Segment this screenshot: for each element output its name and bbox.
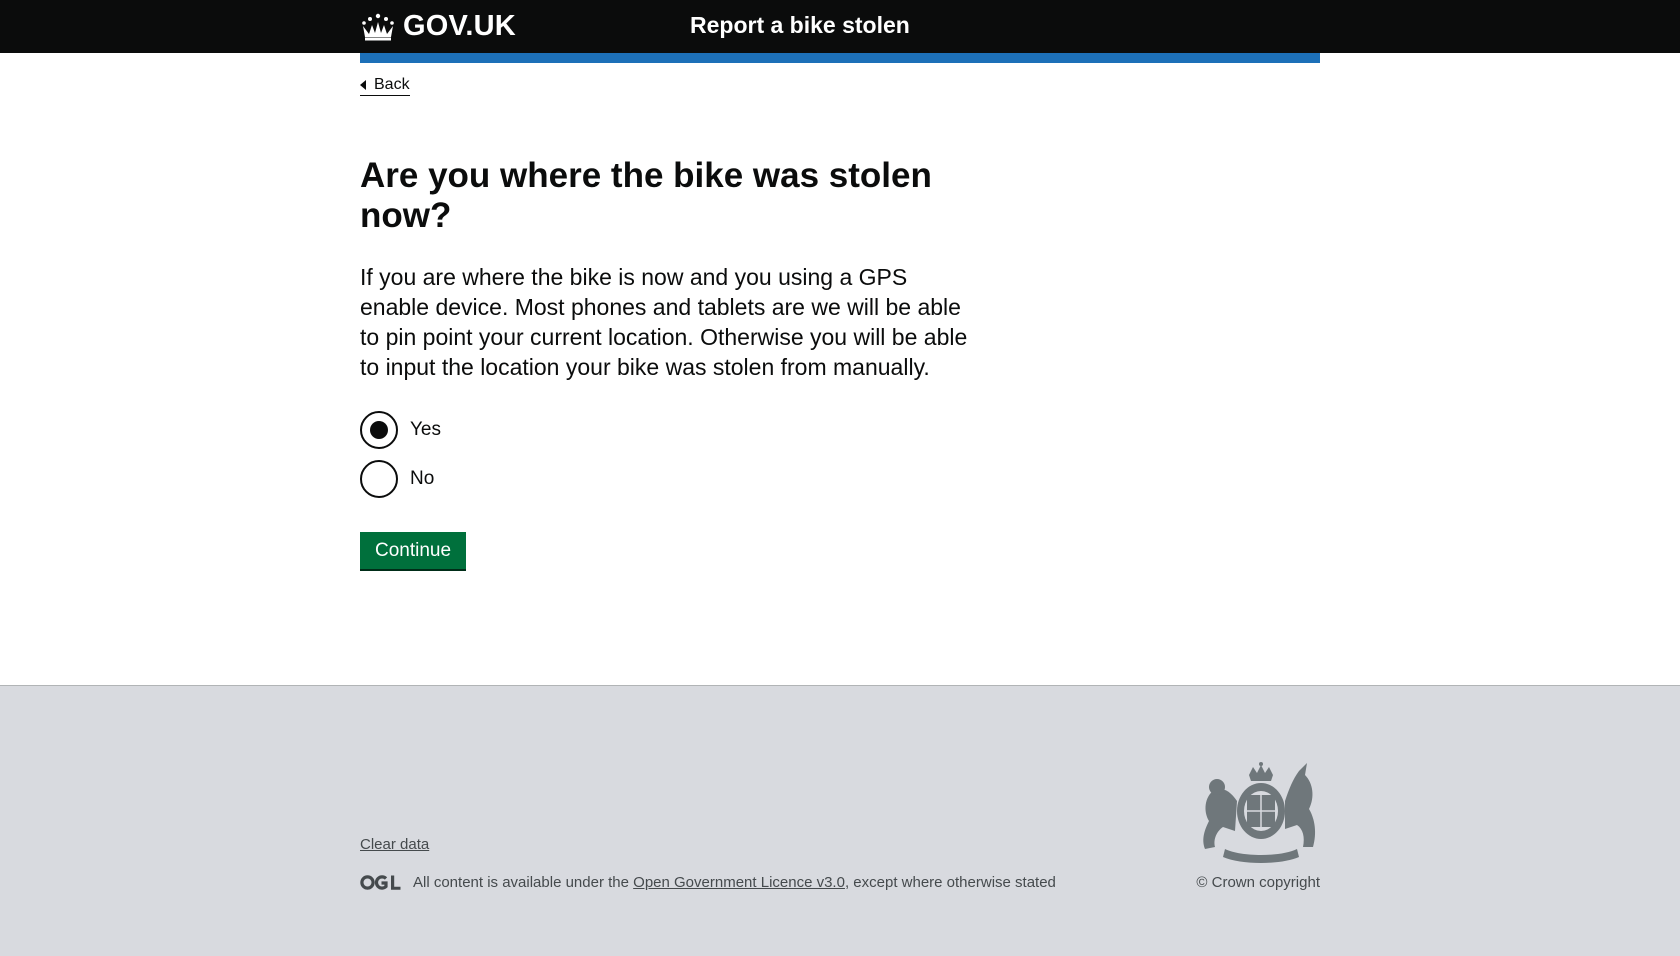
- back-link[interactable]: Back: [360, 76, 410, 96]
- ogl-logo-icon: [360, 875, 401, 890]
- radio-label-yes[interactable]: Yes: [410, 419, 441, 441]
- radio-group: Yes No: [360, 410, 1000, 499]
- service-name-link[interactable]: Report a bike stolen: [690, 12, 910, 39]
- royal-crest-icon: [1203, 762, 1316, 863]
- crown-icon: [362, 13, 394, 40]
- radio-button-yes[interactable]: [360, 411, 398, 449]
- radio-button-no[interactable]: [360, 460, 398, 498]
- radio-option-no[interactable]: No: [360, 459, 1000, 499]
- govuk-logo-link[interactable]: GOV.UK: [360, 10, 516, 43]
- footer-container: Clear data All content is available unde…: [360, 686, 1320, 956]
- continue-button[interactable]: Continue: [360, 532, 467, 569]
- licence-prefix: All content is available under the: [413, 874, 629, 891]
- crown-copyright: © Crown copyright: [1196, 874, 1320, 891]
- clear-data-link[interactable]: Clear data: [360, 836, 429, 853]
- licence-suffix: , except where otherwise stated: [844, 874, 1056, 891]
- header-container: GOV.UK Report a bike stolen: [360, 0, 1320, 53]
- back-link-label: Back: [374, 76, 410, 93]
- licence-link[interactable]: Open Government Licence v3.0: [633, 874, 845, 891]
- back-chevron-icon: [360, 80, 366, 90]
- header-accent-bar: [360, 53, 1320, 63]
- logo-text: GOV.UK: [403, 10, 516, 42]
- site-footer: Clear data All content is available unde…: [0, 685, 1680, 956]
- page-title: Are you where the bike was stolen now?: [360, 156, 932, 235]
- licence-statement: All content is available under the Open …: [360, 874, 1056, 891]
- radio-option-yes[interactable]: Yes: [360, 410, 1000, 450]
- question-hint: If you are where the bike is now and you…: [360, 264, 968, 380]
- radio-label-no[interactable]: No: [410, 468, 434, 490]
- site-header: GOV.UK Report a bike stolen: [0, 0, 1680, 53]
- main-content: Are you where the bike was stolen now? I…: [360, 156, 1000, 569]
